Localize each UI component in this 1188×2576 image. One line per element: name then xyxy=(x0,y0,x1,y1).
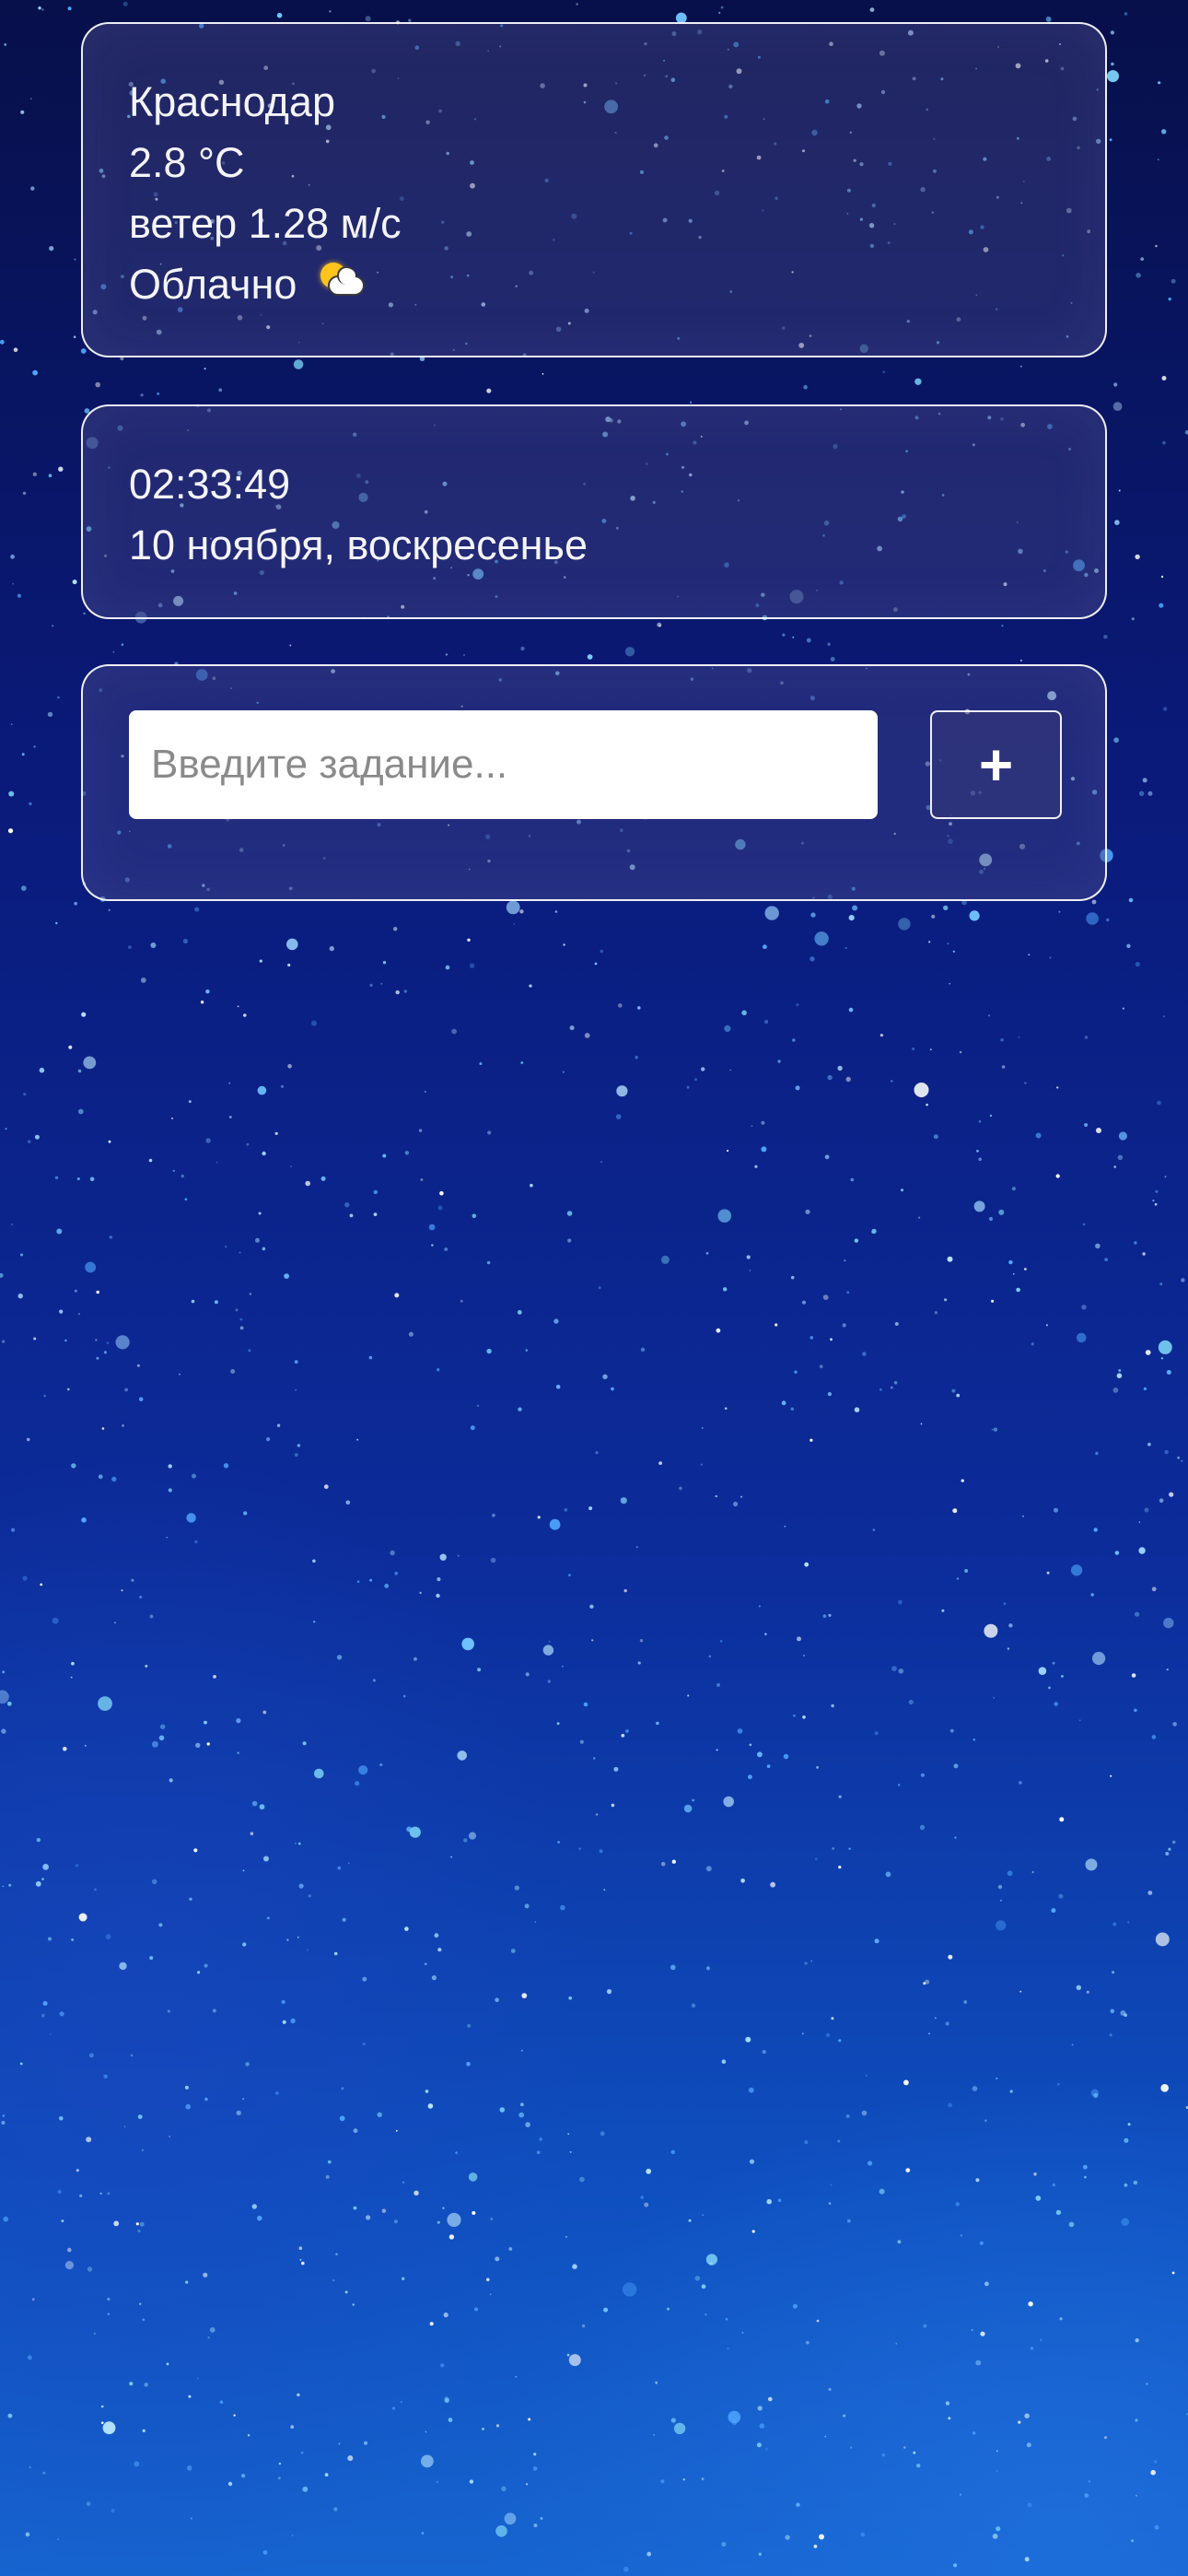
weather-card: Краснодар 2.8 °C ветер 1.28 м/с Облачно xyxy=(81,22,1107,357)
task-input[interactable] xyxy=(129,710,878,819)
sun-behind-cloud-icon xyxy=(319,263,367,301)
clock-time: 02:33:49 xyxy=(129,461,291,508)
todo-card: + xyxy=(81,664,1107,901)
weather-condition-row: Облачно xyxy=(129,254,1105,315)
weather-temperature: 2.8 °C xyxy=(129,139,245,186)
clock-card: 02:33:49 10 ноября, воскресенье xyxy=(81,404,1107,619)
weather-wind: ветер 1.28 м/с xyxy=(129,200,402,247)
weather-city: Краснодар xyxy=(129,78,335,125)
weather-condition: Облачно xyxy=(129,261,297,308)
add-task-button[interactable]: + xyxy=(930,710,1062,819)
starfield-background xyxy=(0,1,1188,2572)
clock-date: 10 ноября, воскресенье xyxy=(129,521,588,568)
